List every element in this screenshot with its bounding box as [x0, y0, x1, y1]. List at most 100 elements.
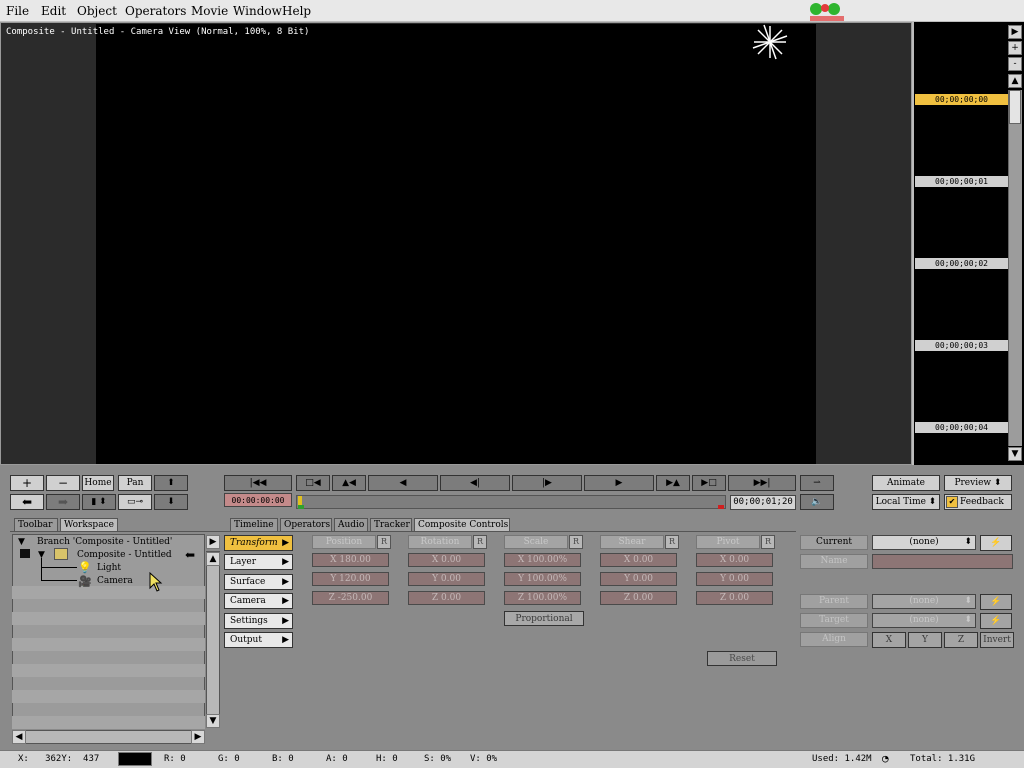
local-time-dropdown[interactable]: Local Time ⬍ — [872, 494, 940, 510]
tab-audio[interactable]: Audio — [334, 518, 368, 532]
feedback-checkbox[interactable]: ✔ Feedback — [944, 494, 1012, 510]
align-y-button[interactable]: Y — [908, 632, 942, 648]
tree-light-label[interactable]: Light — [97, 563, 121, 573]
tab-composite-controls[interactable]: Composite Controls — [414, 518, 510, 532]
play-icon[interactable]: ▶ — [584, 475, 654, 491]
animate-button[interactable]: Animate — [872, 475, 940, 491]
tree-expand-icon[interactable]: ▶ — [206, 535, 220, 549]
tree-composite-label[interactable]: Composite - Untitled — [77, 550, 172, 560]
timecode-marker[interactable]: 00;00;00;03 — [915, 340, 1008, 351]
forward-arrow-icon[interactable]: ➡ — [46, 494, 80, 510]
control-surface[interactable]: Surface ▶ — [224, 574, 293, 590]
tree-camera-label[interactable]: Camera — [97, 576, 133, 586]
menu-operators[interactable]: Operators — [125, 4, 186, 18]
scale-z-field[interactable]: Z 100.00% — [504, 591, 581, 605]
reset-rotation-button[interactable]: R — [473, 535, 487, 549]
shear-y-field[interactable]: Y 0.00 — [600, 572, 677, 586]
pan-button[interactable]: Pan — [118, 475, 152, 491]
align-z-button[interactable]: Z — [944, 632, 978, 648]
timecode-marker[interactable]: 00;00;00;00 — [915, 94, 1008, 105]
go-to-end-icon[interactable]: ▶▶| — [728, 475, 796, 491]
tree-horizontal-scrollbar[interactable] — [12, 730, 205, 744]
scale-y-field[interactable]: Y 100.00% — [504, 572, 581, 586]
zoom-in-button[interactable]: + — [10, 475, 44, 491]
timeline-scrollbar[interactable] — [1008, 90, 1022, 446]
collapse-triangle-icon[interactable]: ▼ — [18, 537, 25, 547]
menu-edit[interactable]: Edit — [41, 4, 66, 18]
align-x-button[interactable]: X — [872, 632, 906, 648]
pick-whip-icon[interactable]: ⚡ — [980, 613, 1012, 629]
go-to-start-icon[interactable]: |◀◀ — [224, 475, 292, 491]
scroll-down-icon[interactable]: ▼ — [1008, 447, 1022, 461]
playhead[interactable] — [298, 496, 302, 505]
shear-z-field[interactable]: Z 0.00 — [600, 591, 677, 605]
tab-tracker[interactable]: Tracker — [370, 518, 412, 532]
rotation-y-field[interactable]: Y 0.00 — [408, 572, 485, 586]
scroll-down-icon[interactable]: ▼ — [206, 714, 220, 728]
current-time-field[interactable]: 00:00:00:00 — [224, 493, 292, 507]
timecode-marker[interactable]: 00;00;00;02 — [915, 258, 1008, 269]
proportional-button[interactable]: Proportional — [504, 611, 584, 626]
name-field[interactable] — [872, 554, 1013, 569]
zoom-out-button[interactable]: − — [46, 475, 80, 491]
menu-window[interactable]: Window — [233, 4, 282, 18]
next-keyframe-icon[interactable]: ▶□ — [692, 475, 726, 491]
menu-object[interactable]: Object — [77, 4, 117, 18]
control-layer[interactable]: Layer ▶ — [224, 554, 293, 570]
composite-canvas[interactable] — [96, 24, 816, 464]
shear-x-field[interactable]: X 0.00 — [600, 553, 677, 567]
reset-position-button[interactable]: R — [377, 535, 391, 549]
play-reverse-icon[interactable]: ◀ — [368, 475, 438, 491]
scroll-left-icon[interactable]: ◀ — [12, 730, 26, 744]
tab-timeline[interactable]: Timeline — [230, 518, 278, 532]
tree-vertical-scrollbar[interactable] — [206, 551, 220, 727]
scroll-right-icon[interactable]: ▶ — [191, 730, 205, 744]
end-time-field[interactable]: 00;00;01;20 — [730, 495, 796, 510]
pivot-z-field[interactable]: Z 0.00 — [696, 591, 773, 605]
menu-file[interactable]: File — [6, 4, 29, 18]
timecode-marker[interactable]: 00;00;00;04 — [915, 422, 1008, 433]
color-swatch-dropdown[interactable]: ▮ ⬍ — [82, 494, 116, 510]
rotation-z-field[interactable]: Z 0.00 — [408, 591, 485, 605]
current-dropdown[interactable]: (none) ⬍ — [872, 535, 976, 550]
preview-dropdown[interactable]: Preview ⬍ — [944, 475, 1012, 491]
audio-speaker-icon[interactable]: 🔈 — [800, 494, 834, 510]
next-marker-icon[interactable]: ▶▲ — [656, 475, 690, 491]
time-scrubber[interactable] — [296, 495, 726, 509]
position-x-field[interactable]: X 180.00 — [312, 553, 389, 567]
menu-help[interactable]: Help — [282, 4, 311, 18]
reset-shear-button[interactable]: R — [665, 535, 679, 549]
reset-button[interactable]: Reset — [707, 651, 777, 666]
position-y-field[interactable]: Y 120.00 — [312, 572, 389, 586]
prev-marker-icon[interactable]: ▲◀ — [332, 475, 366, 491]
home-button[interactable]: Home — [82, 475, 114, 491]
pivot-x-field[interactable]: X 0.00 — [696, 553, 773, 567]
step-forward-icon[interactable]: |▶ — [512, 475, 582, 491]
out-point-marker[interactable] — [718, 505, 724, 509]
scroll-up-icon[interactable]: ▲ — [1008, 74, 1022, 88]
reset-pivot-button[interactable]: R — [761, 535, 775, 549]
control-settings[interactable]: Settings ▶ — [224, 613, 293, 629]
timeline-scroll-thumb[interactable] — [1009, 90, 1021, 124]
prev-keyframe-icon[interactable]: □◀ — [296, 475, 330, 491]
pick-whip-icon[interactable]: ⚡ — [980, 535, 1012, 551]
target-dropdown[interactable]: (none) ⬍ — [872, 613, 976, 628]
loop-icon[interactable]: ⇀ — [800, 475, 834, 491]
tab-workspace[interactable]: Workspace — [60, 518, 118, 532]
step-back-icon[interactable]: ◀| — [440, 475, 510, 491]
in-point-marker[interactable] — [298, 505, 304, 509]
control-transform[interactable]: Transform ▶ — [224, 535, 293, 551]
pick-whip-icon[interactable]: ⚡ — [980, 594, 1012, 610]
tab-toolbar[interactable]: Toolbar — [14, 518, 58, 532]
scroll-up-icon[interactable]: ▲ — [206, 552, 220, 566]
timecode-marker[interactable]: 00;00;00;01 — [915, 176, 1008, 187]
timeline-zoom-in-button[interactable]: + — [1008, 41, 1022, 55]
timeline-play-icon[interactable]: ▶ — [1008, 25, 1022, 39]
up-arrow-icon[interactable]: ⬆ — [154, 475, 188, 491]
menu-movie[interactable]: Movie — [191, 4, 228, 18]
node-link-icon[interactable]: ▭⊸ — [118, 494, 152, 510]
tree-branch-label[interactable]: Branch 'Composite - Untitled' — [37, 537, 172, 547]
align-invert-button[interactable]: Invert — [980, 632, 1014, 648]
down-arrow-icon[interactable]: ⬇ — [154, 494, 188, 510]
rotation-x-field[interactable]: X 0.00 — [408, 553, 485, 567]
